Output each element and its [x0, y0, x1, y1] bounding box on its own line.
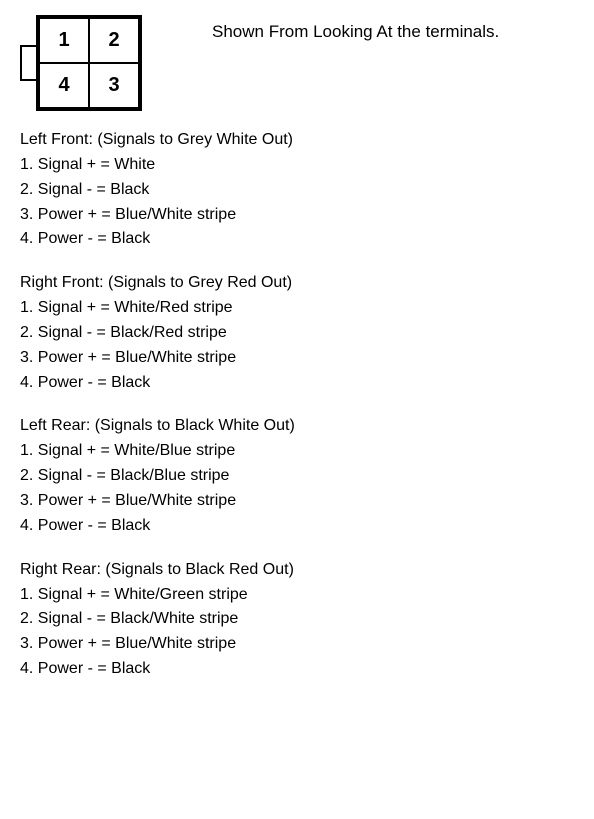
section-0-item-0: 1. Signal + = White: [20, 153, 574, 178]
header-description: Shown From Looking At the terminals.: [212, 15, 499, 44]
section-0-item-1: 2. Signal - = Black: [20, 178, 574, 203]
sections-container: Left Front: (Signals to Grey White Out) 1…: [20, 131, 574, 682]
section-2-item-3: 4. Power - = Black: [20, 514, 574, 539]
section-title-0: Left Front: (Signals to Grey White Out): [20, 131, 574, 149]
section-3-item-3: 4. Power - = Black: [20, 657, 574, 682]
section-3: Right Rear: (Signals to Black Red Out) 1.…: [20, 561, 574, 682]
cell-2: 2: [89, 18, 139, 63]
cell-4: 4: [39, 63, 89, 108]
section-0-item-2: 3. Power + = Blue/White stripe: [20, 203, 574, 228]
section-0-item-3: 4. Power - = Black: [20, 227, 574, 252]
section-2-item-1: 2. Signal - = Black/Blue stripe: [20, 464, 574, 489]
section-3-item-1: 2. Signal - = Black/White stripe: [20, 607, 574, 632]
cell-3: 3: [89, 63, 139, 108]
section-1: Right Front: (Signals to Grey Red Out) 1.…: [20, 274, 574, 395]
section-items-0: 1. Signal + = White2. Signal - = Black3.…: [20, 153, 574, 252]
section-1-item-0: 1. Signal + = White/Red stripe: [20, 296, 574, 321]
section-items-1: 1. Signal + = White/Red stripe2. Signal …: [20, 296, 574, 395]
terminal-diagram: 1 2 4 3: [20, 15, 182, 111]
section-2-item-0: 1. Signal + = White/Blue stripe: [20, 439, 574, 464]
header-section: 1 2 4 3 Shown From Looking At the termin…: [20, 15, 574, 111]
section-items-3: 1. Signal + = White/Green stripe2. Signa…: [20, 583, 574, 682]
section-title-2: Left Rear: (Signals to Black White Out): [20, 417, 574, 435]
section-2: Left Rear: (Signals to Black White Out) 1…: [20, 417, 574, 538]
section-1-item-3: 4. Power - = Black: [20, 371, 574, 396]
section-3-item-0: 1. Signal + = White/Green stripe: [20, 583, 574, 608]
section-1-item-1: 2. Signal - = Black/Red stripe: [20, 321, 574, 346]
section-title-1: Right Front: (Signals to Grey Red Out): [20, 274, 574, 292]
section-1-item-2: 3. Power + = Blue/White stripe: [20, 346, 574, 371]
section-2-item-2: 3. Power + = Blue/White stripe: [20, 489, 574, 514]
cell-1: 1: [39, 18, 89, 63]
section-3-item-2: 3. Power + = Blue/White stripe: [20, 632, 574, 657]
section-0: Left Front: (Signals to Grey White Out) 1…: [20, 131, 574, 252]
terminal-grid: 1 2 4 3: [36, 15, 142, 111]
section-items-2: 1. Signal + = White/Blue stripe2. Signal…: [20, 439, 574, 538]
section-title-3: Right Rear: (Signals to Black Red Out): [20, 561, 574, 579]
